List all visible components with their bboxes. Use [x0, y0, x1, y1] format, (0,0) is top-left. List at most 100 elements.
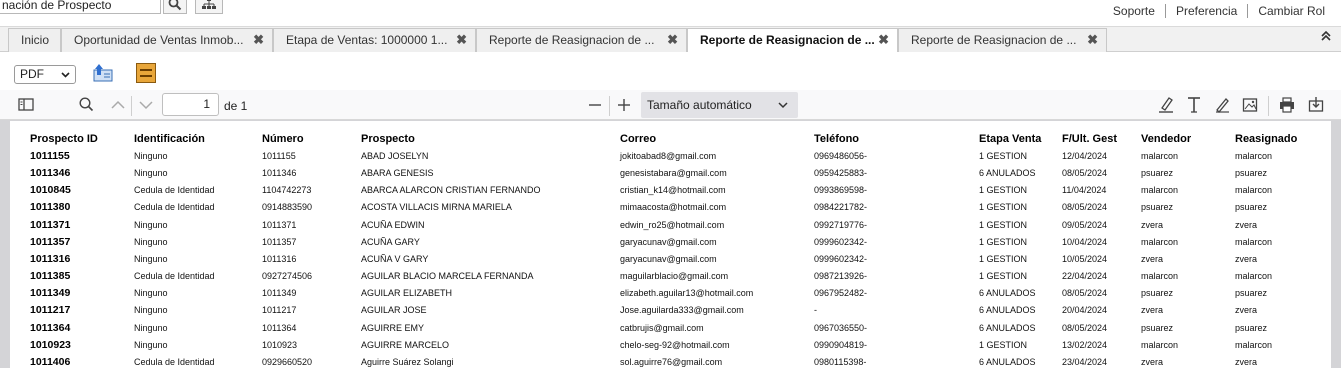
- cell-identification: Ninguno: [134, 219, 168, 230]
- cell-seller: zvera: [1141, 253, 1164, 264]
- cell-last-activity-date: 22/04/2024: [1062, 271, 1108, 282]
- column-header-prospect-id: Prospecto ID: [30, 133, 98, 145]
- tab-inicio[interactable]: Inicio: [8, 28, 61, 52]
- toolbar-separator: [131, 96, 132, 116]
- column-header-number: Número: [262, 133, 304, 145]
- tab-label: Reporte de Reasignacion de ...: [489, 33, 655, 47]
- tab-reporte-reasignacion-active[interactable]: Reporte de Reasignacion de ... ✖: [687, 28, 898, 53]
- cell-prospect: AGUIRRE EMY: [361, 322, 425, 333]
- support-link[interactable]: Soporte: [1103, 4, 1165, 18]
- cell-reassigned: zvera: [1235, 253, 1258, 264]
- chevron-down-icon: [61, 66, 70, 89]
- cell-seller: malarcon: [1141, 236, 1179, 247]
- cell-prospect-id: 1010845: [30, 184, 71, 197]
- change-role-link[interactable]: Cambiar Rol: [1247, 4, 1335, 18]
- close-icon[interactable]: ✖: [1087, 29, 1098, 51]
- cell-prospect: ABARA GENESIS: [361, 168, 434, 179]
- cell-reassigned: malarcon: [1235, 236, 1273, 247]
- close-icon[interactable]: ✖: [878, 29, 889, 51]
- search-input[interactable]: nación de Prospecto: [0, 0, 161, 14]
- cell-prospect: ACUÑA V GARY: [361, 253, 429, 264]
- cell-last-activity-date: 12/04/2024: [1062, 151, 1108, 161]
- cell-phone: 0967952482-: [814, 288, 868, 299]
- cell-prospect: AGUILAR JOSE: [361, 305, 427, 316]
- cell-reassigned: malarcon: [1235, 339, 1273, 350]
- cell-last-activity-date: 11/04/2024: [1062, 185, 1107, 196]
- collapse-icon[interactable]: [1321, 30, 1331, 44]
- tab-oportunidad-ventas[interactable]: Oportunidad de Ventas Inmob... ✖: [61, 28, 273, 52]
- report-toolbar: [0, 52, 1341, 90]
- cell-seller: malarcon: [1141, 339, 1179, 350]
- cell-number: 1010923: [262, 339, 298, 350]
- cell-number: 1011357: [262, 236, 297, 247]
- cell-phone: 0999602342-: [814, 253, 868, 264]
- column-header-sales-stage: Etapa Venta: [979, 133, 1042, 145]
- cell-prospect-id: 1011364: [30, 321, 71, 334]
- column-header-prospect: Prospecto: [361, 133, 415, 145]
- zoom-select[interactable]: Tamaño automático: [641, 92, 798, 118]
- column-header-reassigned: Reasignado: [1235, 133, 1298, 145]
- close-icon[interactable]: ✖: [456, 29, 467, 51]
- cell-reassigned: zvera: [1235, 219, 1258, 230]
- archive-icon[interactable]: [136, 63, 156, 83]
- cell-prospect-id: 1011217: [30, 304, 71, 317]
- preferences-link[interactable]: Preferencia: [1164, 4, 1247, 18]
- cell-phone: 0993869598-: [814, 185, 868, 196]
- tab-reporte-reasignacion-1[interactable]: Reporte de Reasignacion de ... ✖: [476, 28, 687, 52]
- cell-reassigned: malarcon: [1235, 271, 1273, 282]
- cell-sales-stage: 6 ANULADOS: [979, 168, 1036, 179]
- cell-reassigned: malarcon: [1235, 151, 1273, 161]
- cell-number: 1011155: [262, 151, 296, 161]
- cell-last-activity-date: 13/02/2024: [1062, 339, 1108, 350]
- column-header-identification: Identificación: [134, 133, 205, 145]
- cell-identification: Ninguno: [134, 339, 168, 350]
- export-format-select[interactable]: PDF: [14, 65, 76, 84]
- cell-number: 1011364: [262, 322, 297, 333]
- cell-sales-stage: 1 GESTION: [979, 236, 1028, 247]
- cell-prospect-id: 1011349: [30, 287, 71, 300]
- cell-identification: Cedula de Identidad: [134, 271, 215, 282]
- cell-prospect: AGUIRRE MARCELO: [361, 339, 450, 350]
- cell-number: 0914883590: [262, 202, 313, 213]
- cell-phone: 0980115398-: [814, 356, 867, 367]
- cell-number: 1011349: [262, 288, 297, 299]
- export-button[interactable]: [90, 62, 116, 84]
- menu-tree-button[interactable]: [195, 0, 223, 14]
- close-icon[interactable]: ✖: [667, 29, 678, 51]
- cell-prospect-id: 1011346: [30, 167, 71, 180]
- cell-last-activity-date: 10/05/2024: [1062, 253, 1108, 264]
- cell-last-activity-date: 09/05/2024: [1062, 219, 1108, 230]
- cell-number: 1011371: [262, 219, 297, 230]
- cell-reassigned: zvera: [1235, 356, 1258, 367]
- cell-sales-stage: 1 GESTION: [979, 151, 1028, 161]
- tab-etapa-ventas[interactable]: Etapa de Ventas: 1000000 1... ✖: [273, 28, 476, 52]
- column-header-email: Correo: [620, 133, 657, 145]
- cell-identification: Cedula de Identidad: [134, 202, 215, 213]
- export-icon: [93, 64, 113, 82]
- cell-sales-stage: 6 ANULADOS: [979, 322, 1036, 333]
- cell-prospect: ABAD JOSELYN: [361, 151, 429, 161]
- cell-reassigned: malarcon: [1235, 185, 1273, 196]
- column-header-last-activity-date: F/Ult. Gest: [1062, 133, 1118, 145]
- cell-last-activity-date: 08/05/2024: [1062, 288, 1108, 299]
- cell-sales-stage: 1 GESTION: [979, 253, 1028, 264]
- export-format-value: PDF: [20, 67, 44, 81]
- tab-bar: Inicio Oportunidad de Ventas Inmob... ✖ E…: [0, 26, 1341, 53]
- cell-phone: 0984221782-: [814, 202, 868, 213]
- cell-email: genesistabara@gmail.com: [620, 168, 727, 179]
- search-icon: [168, 0, 182, 11]
- cell-number: 1011316: [262, 253, 297, 264]
- tab-reporte-reasignacion-3[interactable]: Reporte de Reasignacion de ... ✖: [898, 28, 1107, 52]
- cell-reassigned: psuarez: [1235, 202, 1268, 213]
- search-button[interactable]: [163, 0, 187, 14]
- cell-email: garyacunav@gmail.com: [620, 236, 717, 247]
- page-number-input[interactable]: 1: [162, 93, 219, 116]
- tab-label: Inicio: [21, 33, 50, 47]
- cell-identification: Ninguno: [134, 253, 168, 264]
- cell-last-activity-date: 23/04/2024: [1062, 356, 1108, 367]
- cell-prospect-id: 1011385: [30, 270, 71, 283]
- close-icon[interactable]: ✖: [253, 29, 264, 51]
- cell-identification: Ninguno: [134, 151, 168, 161]
- cell-sales-stage: 6 ANULADOS: [979, 288, 1036, 299]
- cell-sales-stage: 1 GESTION: [979, 339, 1028, 350]
